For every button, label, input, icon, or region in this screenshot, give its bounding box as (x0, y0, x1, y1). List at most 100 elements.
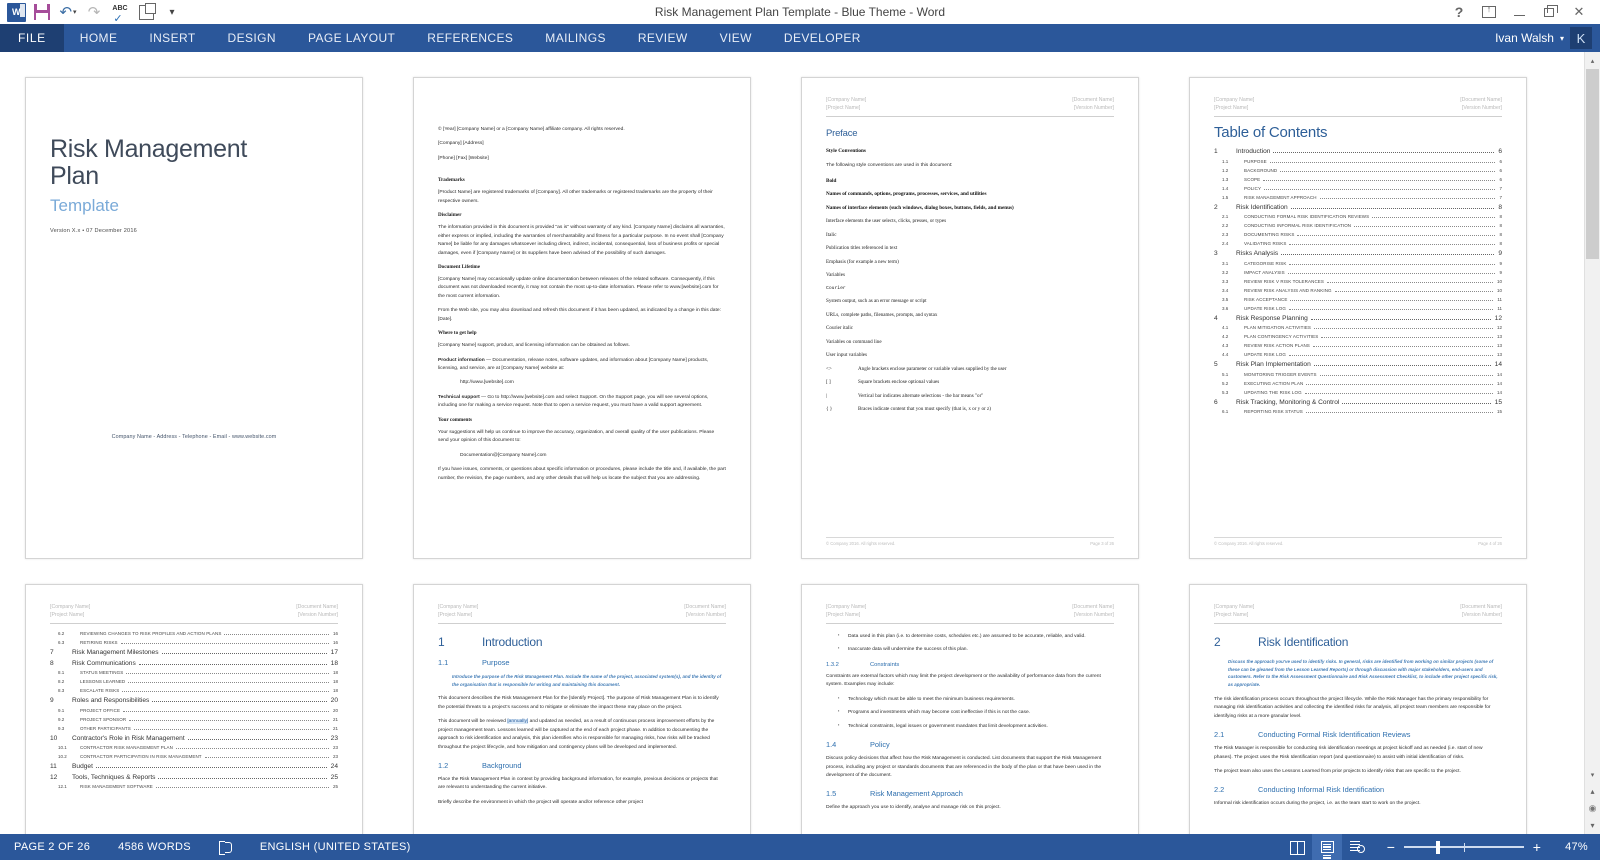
zoom-slider-thumb[interactable] (1436, 840, 1440, 854)
zoom-out-button[interactable]: − (1382, 839, 1400, 855)
save-button[interactable] (30, 1, 54, 23)
page-cover[interactable]: Risk Management Plan Template Version X.… (25, 77, 363, 559)
scroll-down-button[interactable]: ▾ (1585, 766, 1600, 783)
toc-entry-level2[interactable]: 5.3 Updating the Risk Log 14 (1214, 390, 1502, 396)
page-introduction[interactable]: [Company Name] [Project Name] [Document N… (413, 584, 751, 834)
toc-entry-level2[interactable]: 2.3 Documenting Risks 8 (1214, 232, 1502, 238)
tab-insert[interactable]: INSERT (133, 24, 211, 52)
zoom-control[interactable]: − + (1372, 839, 1556, 855)
toc-entry-level1[interactable]: 10 Contractor's Role in Risk Management 23 (50, 735, 338, 742)
redo-button[interactable]: ↷ (82, 1, 106, 23)
toc-entry-level2[interactable]: 8.3 Escalate Risks 18 (50, 688, 338, 694)
toc-entry-level2[interactable]: 2.2 Conducting Informal Risk Identificati… (1214, 223, 1502, 229)
scrollbar-thumb[interactable] (1586, 69, 1599, 259)
toc-entry-level2[interactable]: 3.4 Review Risk Analysis and Ranking 10 (1214, 288, 1502, 294)
toc-entry-level2[interactable]: 3.5 Risk Acceptance 11 (1214, 297, 1502, 303)
toc-entry-level2[interactable]: 3.2 Impact Analysis 9 (1214, 270, 1502, 276)
help-button[interactable]: ? (1444, 1, 1474, 23)
toc-entry-level2[interactable]: 9.3 Other Participants 21 (50, 726, 338, 732)
page-risk-identification[interactable]: [Company Name] [Project Name] [Document N… (1189, 584, 1527, 834)
chevron-down-icon[interactable]: ▾ (1560, 34, 1564, 43)
undo-caret-icon[interactable]: ▾ (73, 8, 77, 16)
toc-entry-level2[interactable]: 3.1 Categorise Risk 9 (1214, 261, 1502, 267)
toc-entry-level2[interactable]: 12.1 Risk Management Software 25 (50, 784, 338, 790)
tab-home[interactable]: HOME (64, 24, 134, 52)
toc-entry-level2[interactable]: 5.2 Executing Action Plan 14 (1214, 381, 1502, 387)
toc-entry-level1[interactable]: 4 Risk Response Planning 12 (1214, 315, 1502, 322)
restore-button[interactable] (1534, 1, 1564, 23)
tab-developer[interactable]: DEVELOPER (768, 24, 877, 52)
close-button[interactable]: ✕ (1564, 1, 1594, 23)
zoom-level[interactable]: 47% (1556, 841, 1600, 853)
toc-entry-level1[interactable]: 8 Risk Communications 18 (50, 660, 338, 667)
toc-entry-level2[interactable]: 8.1 Status Meetings 18 (50, 670, 338, 676)
toc-entry-level2[interactable]: 6.2 Reviewing Changes to Risk Profiles an… (50, 631, 338, 637)
next-page-button[interactable]: ▾ (1585, 817, 1600, 834)
toc-entry-level1[interactable]: 1 Introduction 6 (1214, 148, 1502, 155)
print-layout-button[interactable] (1312, 834, 1342, 860)
toc-entry-level2[interactable]: 5.1 Monitoring Trigger Events 14 (1214, 372, 1502, 378)
avatar[interactable]: K (1570, 27, 1592, 49)
toc-entry-level1[interactable]: 7 Risk Management Milestones 17 (50, 649, 338, 656)
proofing-status[interactable] (205, 841, 246, 855)
page-constraints[interactable]: [Company Name] [Project Name] [Document N… (801, 584, 1139, 834)
undo-button[interactable]: ↶ ▾ (56, 1, 80, 23)
toc-entry-level2[interactable]: 9.1 Project Office 20 (50, 708, 338, 714)
toc-entry-level2[interactable]: 1.5 Risk Management Approach 7 (1214, 195, 1502, 201)
document-canvas[interactable]: Risk Management Plan Template Version X.… (0, 52, 1600, 834)
ribbon-display-options-button[interactable] (1474, 1, 1504, 23)
language-indicator[interactable]: ENGLISH (UNITED STATES) (246, 841, 425, 853)
toc-entry-level2[interactable]: 8.2 Lessons Learned 18 (50, 679, 338, 685)
read-mode-button[interactable] (1282, 834, 1312, 860)
toc-entry-level1[interactable]: 11 Budget 24 (50, 763, 338, 770)
toc-entry-level2[interactable]: 4.4 Update Risk Log 13 (1214, 352, 1502, 358)
scroll-up-button[interactable]: ▴ (1585, 52, 1600, 69)
tab-review[interactable]: REVIEW (622, 24, 704, 52)
page-copyright[interactable]: © [Year] [Company Name] or a [Company Na… (413, 77, 751, 559)
toc-entry-level2[interactable]: 1.1 Purpose 6 (1214, 159, 1502, 165)
toc-entry-level2[interactable]: 3.6 Update Risk Log 11 (1214, 306, 1502, 312)
account-name[interactable]: Ivan Walsh (1495, 31, 1554, 45)
toc-entry-level2[interactable]: 1.2 Background 6 (1214, 168, 1502, 174)
toc-entry-level1[interactable]: 3 Risks Analysis 9 (1214, 250, 1502, 257)
toc-entry-level1[interactable]: 5 Risk Plan Implementation 14 (1214, 361, 1502, 368)
toc-entry-level2[interactable]: 1.4 Policy 7 (1214, 186, 1502, 192)
tab-page-layout[interactable]: PAGE LAYOUT (292, 24, 411, 52)
toc-entry-level2[interactable]: 4.3 Review Risk Action Plans 13 (1214, 343, 1502, 349)
web-layout-button[interactable] (1342, 834, 1372, 860)
toc-entry-level1[interactable]: 9 Roles and Responsibilities 20 (50, 697, 338, 704)
page-toc-1[interactable]: [Company Name] [Project Name] [Document N… (1189, 77, 1527, 559)
customize-qat-button[interactable]: ▾ (160, 1, 184, 23)
tab-file[interactable]: FILE (0, 24, 64, 52)
toc-entry-level2[interactable]: 1.3 Scope 6 (1214, 177, 1502, 183)
toc-entry-level2[interactable]: 10.1 Contractor Risk Management Plan 23 (50, 745, 338, 751)
toc-entry-level1[interactable]: 12 Tools, Techniques & Reports 25 (50, 774, 338, 781)
browse-object-icon[interactable]: ◉ (1585, 800, 1600, 817)
toc-entry-level1[interactable]: 2 Risk Identification 8 (1214, 204, 1502, 211)
toc-entry-level2[interactable]: 2.1 Conducting Formal Risk Identification… (1214, 214, 1502, 220)
tab-view[interactable]: VIEW (704, 24, 768, 52)
account-area[interactable]: Ivan Walsh ▾ K (1495, 24, 1600, 52)
toc-entry-level2[interactable]: 4.2 Plan Contingency Activities 13 (1214, 334, 1502, 340)
new-page-button[interactable] (134, 1, 158, 23)
toc-entry-level2[interactable]: 6.1 Reporting Risk Status 15 (1214, 409, 1502, 415)
zoom-slider[interactable] (1404, 840, 1524, 854)
page-preface[interactable]: [Company Name] [Project Name] [Document N… (801, 77, 1139, 559)
toc-entry-level2[interactable]: 3.3 Review Risk v Risk Tolerances 10 (1214, 279, 1502, 285)
toc-entry-level2[interactable]: 6.3 Retiring Risks 16 (50, 640, 338, 646)
toc-entry-level2[interactable]: 2.4 Validating Risks 8 (1214, 241, 1502, 247)
toc-entry-level2[interactable]: 9.2 Project Sponsor 21 (50, 717, 338, 723)
zoom-in-button[interactable]: + (1528, 839, 1546, 855)
word-count[interactable]: 4586 WORDS (104, 841, 205, 853)
tab-references[interactable]: REFERENCES (411, 24, 529, 52)
page-toc-2[interactable]: [Company Name] [Project Name] [Document N… (25, 584, 363, 834)
page-indicator[interactable]: PAGE 2 OF 26 (0, 841, 104, 853)
toc-entry-level2[interactable]: 4.1 Plan Mitigation Activities 12 (1214, 325, 1502, 331)
scrollbar-track[interactable] (1585, 69, 1600, 766)
spelling-grammar-button[interactable]: ABC ✓ (108, 1, 132, 25)
tab-design[interactable]: DESIGN (212, 24, 292, 52)
minimize-button[interactable] (1504, 1, 1534, 23)
word-app-icon[interactable]: W (4, 1, 28, 23)
toc-entry-level1[interactable]: 6 Risk Tracking, Monitoring & Control 15 (1214, 399, 1502, 406)
vertical-scrollbar[interactable]: ▴ ▾ ▴ ◉ ▾ (1584, 52, 1600, 834)
